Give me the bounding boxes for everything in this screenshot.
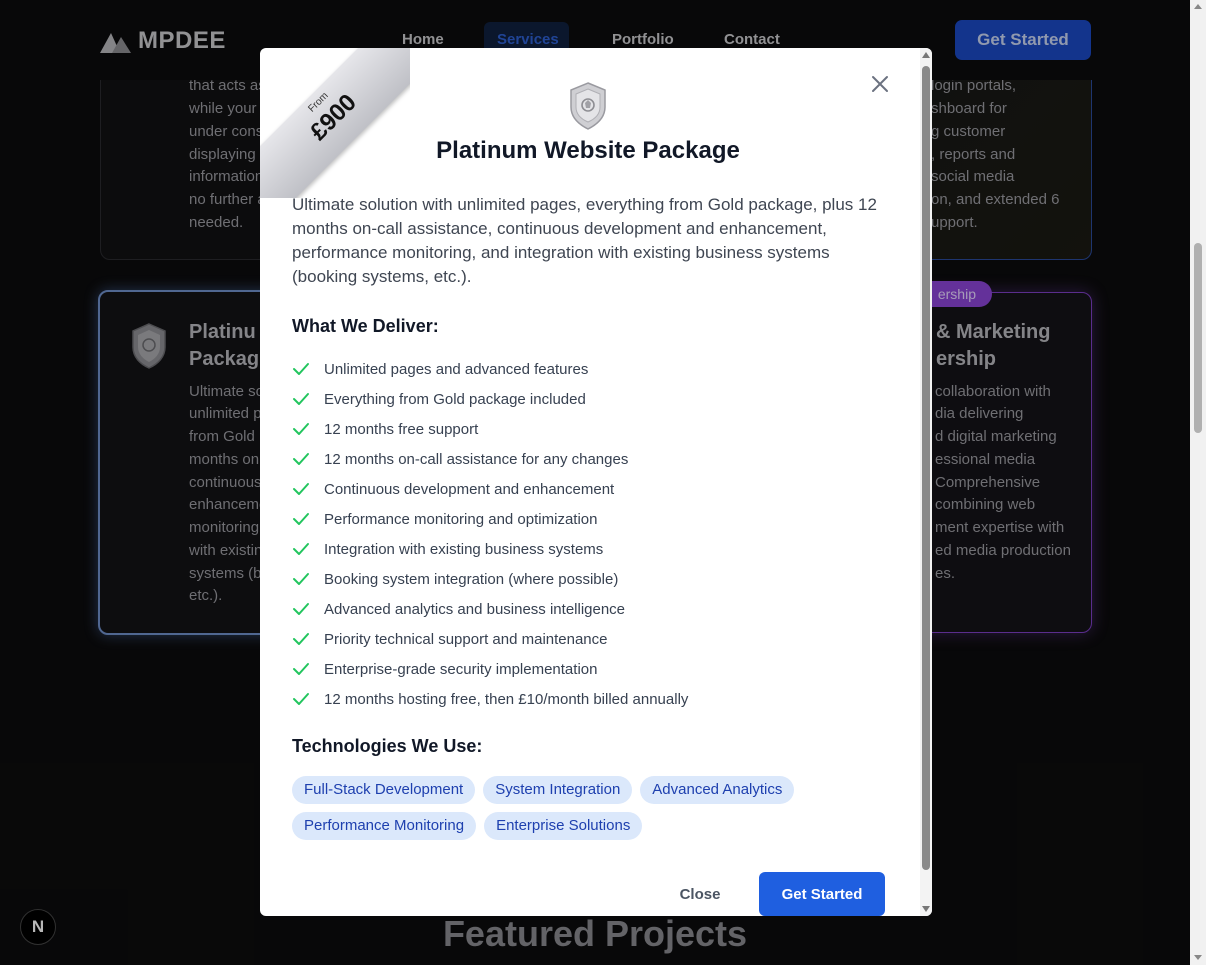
check-icon xyxy=(293,483,309,495)
list-item: Continuous development and enhancement xyxy=(292,474,688,504)
list-item: 12 months free support xyxy=(292,414,688,444)
package-modal: From £900 Platinum Website Package Ultim… xyxy=(260,48,932,916)
tech-tag: Full-Stack Development xyxy=(292,776,476,804)
tech-heading: Technologies We Use: xyxy=(292,736,483,756)
page-scrollbar-thumb[interactable] xyxy=(1194,243,1202,433)
modal-scrollbar[interactable] xyxy=(920,48,932,916)
tech-tag: Enterprise Solutions xyxy=(484,812,643,840)
feature-text: Booking system integration (where possib… xyxy=(324,570,619,588)
list-item: Unlimited pages and advanced features xyxy=(292,354,688,384)
feature-text: Performance monitoring and optimization xyxy=(324,510,598,528)
check-icon xyxy=(293,693,309,705)
tech-tag: Performance Monitoring xyxy=(292,812,477,840)
list-item: 12 months hosting free, then £10/month b… xyxy=(292,684,688,714)
feature-text: 12 months hosting free, then £10/month b… xyxy=(324,690,689,708)
feature-text: Everything from Gold package included xyxy=(324,390,586,408)
feature-text: Advanced analytics and business intellig… xyxy=(324,600,626,618)
list-item: Advanced analytics and business intellig… xyxy=(292,594,688,624)
feature-text: Enterprise-grade security implementation xyxy=(324,660,598,678)
feature-text: 12 months on-call assistance for any cha… xyxy=(324,450,629,468)
check-icon xyxy=(293,453,309,465)
tech-tag: System Integration xyxy=(483,776,633,804)
tech-tag: Advanced Analytics xyxy=(640,776,795,804)
close-button[interactable]: Close xyxy=(670,878,730,910)
check-icon xyxy=(293,573,309,585)
scroll-down-arrow-icon[interactable] xyxy=(1194,955,1202,960)
feature-text: Integration with existing business syste… xyxy=(324,540,604,558)
check-icon xyxy=(293,423,309,435)
list-item: Booking system integration (where possib… xyxy=(292,564,688,594)
check-icon xyxy=(293,603,309,615)
feature-text: Continuous development and enhancement xyxy=(324,480,615,498)
list-item: Integration with existing business syste… xyxy=(292,534,688,564)
check-icon xyxy=(293,633,309,645)
scroll-down-arrow-icon[interactable] xyxy=(922,906,930,912)
feature-text: Unlimited pages and advanced features xyxy=(324,360,589,378)
get-started-button[interactable]: Get Started xyxy=(759,872,885,916)
list-item: Enterprise-grade security implementation xyxy=(292,654,688,684)
price-ribbon-band: From £900 xyxy=(260,48,410,198)
price-ribbon: From £900 xyxy=(260,48,410,198)
check-icon xyxy=(293,363,309,375)
list-item: Priority technical support and maintenan… xyxy=(292,624,688,654)
feature-text: 12 months free support xyxy=(324,420,479,438)
deliver-heading: What We Deliver: xyxy=(292,316,439,336)
list-item: 12 months on-call assistance for any cha… xyxy=(292,444,688,474)
scroll-up-arrow-icon[interactable] xyxy=(1194,4,1202,9)
check-icon xyxy=(293,543,309,555)
scroll-up-arrow-icon[interactable] xyxy=(922,52,930,58)
close-icon[interactable] xyxy=(868,72,892,96)
ribbon-price: £900 xyxy=(304,88,362,146)
page-scrollbar[interactable] xyxy=(1190,0,1206,965)
check-icon xyxy=(293,663,309,675)
check-icon xyxy=(293,513,309,525)
modal-scrollbar-thumb[interactable] xyxy=(922,66,930,870)
check-icon xyxy=(293,393,309,405)
modal-description: Ultimate solution with unlimited pages, … xyxy=(292,195,877,286)
list-item: Everything from Gold package included xyxy=(292,384,688,414)
modal-title: Platinum Website Package xyxy=(436,137,740,164)
technology-tags: Full-Stack Development System Integratio… xyxy=(292,776,832,840)
platinum-shield-icon xyxy=(570,82,606,130)
feature-list: Unlimited pages and advanced features Ev… xyxy=(292,354,688,714)
feature-text: Priority technical support and maintenan… xyxy=(324,630,608,648)
list-item: Performance monitoring and optimization xyxy=(292,504,688,534)
